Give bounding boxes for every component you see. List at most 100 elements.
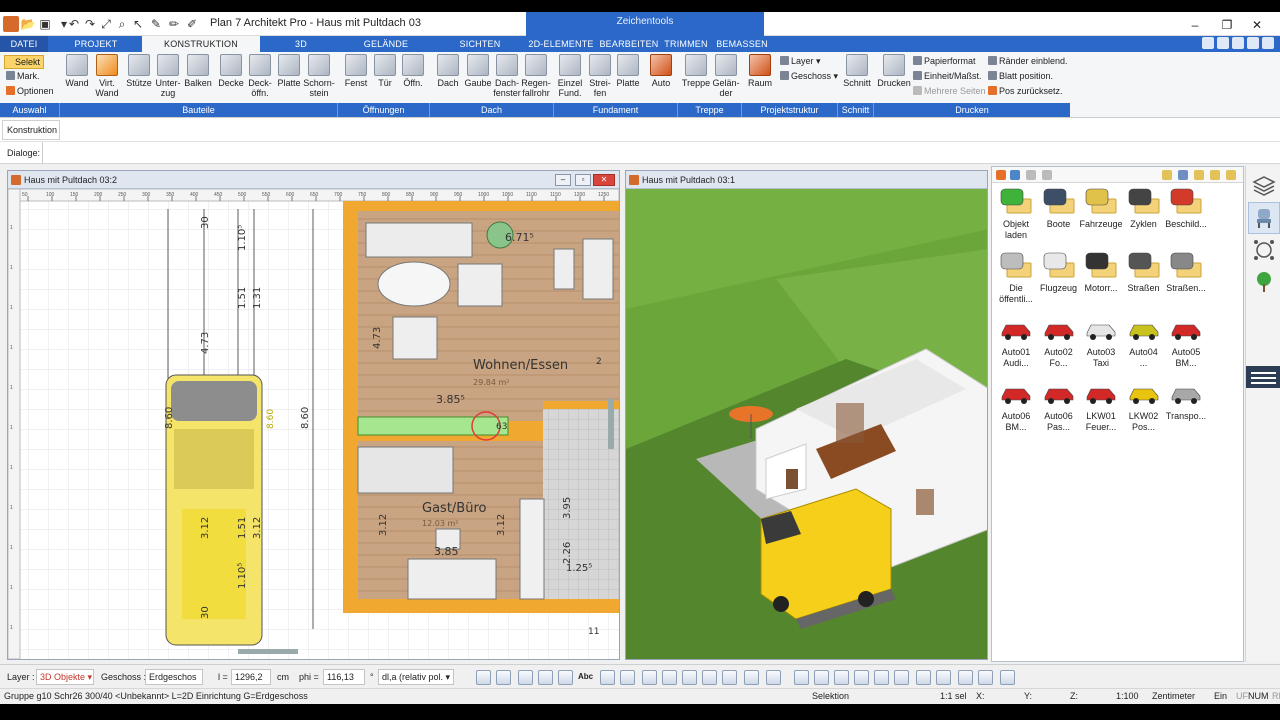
floor-plan-canvas[interactable]: 50 100 150 200 250 300 350 400 450 500 550 600 650 70… [8,188,619,659]
navigator-icon[interactable] [1252,238,1276,262]
3d-scene[interactable] [626,189,988,660]
reset-position-button[interactable]: Pos zurücksetz. [988,84,1063,98]
stair-button[interactable]: Treppe [680,54,712,88]
snap-icon-6[interactable] [600,670,615,685]
undo-icon[interactable]: ↶ [66,16,82,32]
mark-button[interactable]: Mark. [6,69,40,83]
show-margins-button[interactable]: Ränder einblend. [988,54,1068,68]
settings-icon[interactable] [1202,37,1214,49]
brush-icon[interactable]: ✐ [184,16,200,32]
options-button[interactable]: Optionen [6,84,54,98]
library-item[interactable]: Straßen... [1164,251,1208,294]
tree-icon[interactable] [1252,270,1276,294]
open-folder-icon[interactable]: 📂 [20,16,36,32]
tab-gelaende[interactable]: GELÄNDE [350,36,422,52]
library-item[interactable]: Auto05 BM... [1164,315,1208,369]
view-icon-7[interactable] [916,670,931,685]
dormer-button[interactable]: Gaube [463,54,493,88]
view-icon-8[interactable] [936,670,951,685]
search-icon[interactable] [1010,170,1020,180]
foundation-slab-button[interactable]: Platte [614,54,642,88]
snap-icon-2[interactable] [496,670,511,685]
chimney-button[interactable]: Schorn-stein [303,54,335,98]
tab-bearbeiten[interactable]: BEARBEITEN [598,36,660,52]
tools-icon[interactable] [1217,37,1229,49]
virtual-wall-button[interactable]: Virt. Wand [93,54,121,98]
snap-icon-8[interactable] [642,670,657,685]
view-grid-icon[interactable] [1178,170,1188,180]
library-item[interactable]: Beschild... [1164,187,1208,230]
view-icon-5[interactable] [874,670,889,685]
tab-bemassen[interactable]: BEMASSEN [714,36,770,52]
section-button[interactable]: Schnitt [842,54,872,88]
house-plan[interactable] [343,201,619,613]
ceiling-button[interactable]: Decke [217,54,245,88]
ceiling-opening-button[interactable]: Deck-öffn. [246,54,274,98]
layer-select[interactable]: 3D Objekte ▾ [36,669,94,685]
floor-plan-titlebar[interactable]: Haus mit Pultdach 03:2 – ▫ ✕ [8,171,619,189]
plan-minimize-button[interactable]: – [555,174,571,186]
3d-view-titlebar[interactable]: Haus mit Pultdach 03:1 [626,171,987,189]
snap-icon-5[interactable] [558,670,573,685]
tab-konstruktion[interactable]: KONSTRUKTION [142,36,260,53]
library-item[interactable]: Fahrzeuge [1079,187,1123,230]
tab-trimmen[interactable]: TRIMMEN [662,36,710,52]
beam-under-button[interactable]: Unter-zug [154,54,182,98]
view-icon-4[interactable] [854,670,869,685]
zoom-icon[interactable]: ⌕ [114,16,130,32]
snap-icon-9[interactable] [662,670,677,685]
plan-vertical-scrollbar[interactable] [608,399,614,449]
library-item[interactable]: Auto06 Pas... [1037,379,1081,433]
folder-up-icon[interactable] [1162,170,1172,180]
roof-window-button[interactable]: Dach-fenster [492,54,522,98]
geschoss-menu[interactable]: Geschoss ▾ [780,69,838,83]
geschoss-select[interactable]: Erdgeschos ▾ [145,669,203,696]
single-foundation-button[interactable]: Einzel Fund. [556,54,584,98]
library-item[interactable]: Auto06 BM... [994,379,1038,433]
tab-projekt[interactable]: PROJEKT [62,36,130,52]
snap-icon-7[interactable] [620,670,635,685]
view-icon-6[interactable] [894,670,909,685]
strip-foundation-button[interactable]: Strei-fen [586,54,614,98]
position-sheet-button[interactable]: Blatt position. [988,69,1053,83]
tab-sichten[interactable]: SICHTEN [450,36,510,52]
3d-view-window[interactable]: Haus mit Pultdach 03:1 [625,170,988,660]
auto-foundation-button[interactable]: Auto [646,54,676,88]
room-button[interactable]: Raum [746,54,774,88]
close-window-button[interactable]: ✕ [1234,12,1280,36]
add-icon[interactable] [996,170,1006,180]
grid-icon[interactable] [958,670,973,685]
unit-scale-button[interactable]: Einheit/Maßst. [913,69,982,83]
window-icon[interactable] [1247,37,1259,49]
plan-maximize-button[interactable]: ▫ [575,174,591,186]
zoom-all-icon[interactable]: ⤢ [98,16,114,32]
view-icon-1[interactable] [794,670,809,685]
view-icon-3[interactable] [834,670,849,685]
floor-plan-drawing[interactable]: 50 100 150 200 250 300 350 400 450 500 550 600 650 70… [8,188,619,659]
library-item[interactable]: Straßen [1122,251,1166,294]
layers-icon[interactable] [1252,174,1276,198]
library-item[interactable]: Auto04... [1122,315,1166,369]
library-item[interactable]: Flugzeug [1037,251,1081,294]
minimize-ribbon-icon[interactable] [1262,37,1274,49]
save-icon[interactable]: ▣ [37,16,53,32]
snap-icon-3[interactable] [518,670,533,685]
snap-icon-11[interactable] [702,670,717,685]
beam-button[interactable]: Balken [184,54,212,88]
snap-icon-4[interactable] [538,670,553,685]
roof-button[interactable]: Dach [434,54,462,88]
library-item[interactable]: LKW02 Pos... [1122,379,1166,433]
snap-icon-13[interactable] [744,670,759,685]
railing-button[interactable]: Gelän-der [711,54,741,98]
window-button[interactable]: Fenst [342,54,370,88]
view-icon-2[interactable] [814,670,829,685]
view-icon-10[interactable] [1000,670,1015,685]
snap-icon-12[interactable] [722,670,737,685]
length-input[interactable]: 1296,2 [231,669,271,685]
library-item[interactable]: Auto03 Taxi [1079,315,1123,369]
snap-icon-1[interactable] [476,670,491,685]
opening-button[interactable]: Öffn. [400,54,426,88]
style-icon[interactable] [1232,37,1244,49]
select-tool-icon[interactable]: ↖ [130,16,146,32]
multiple-pages-button[interactable]: Mehrere Seiten [913,84,986,98]
